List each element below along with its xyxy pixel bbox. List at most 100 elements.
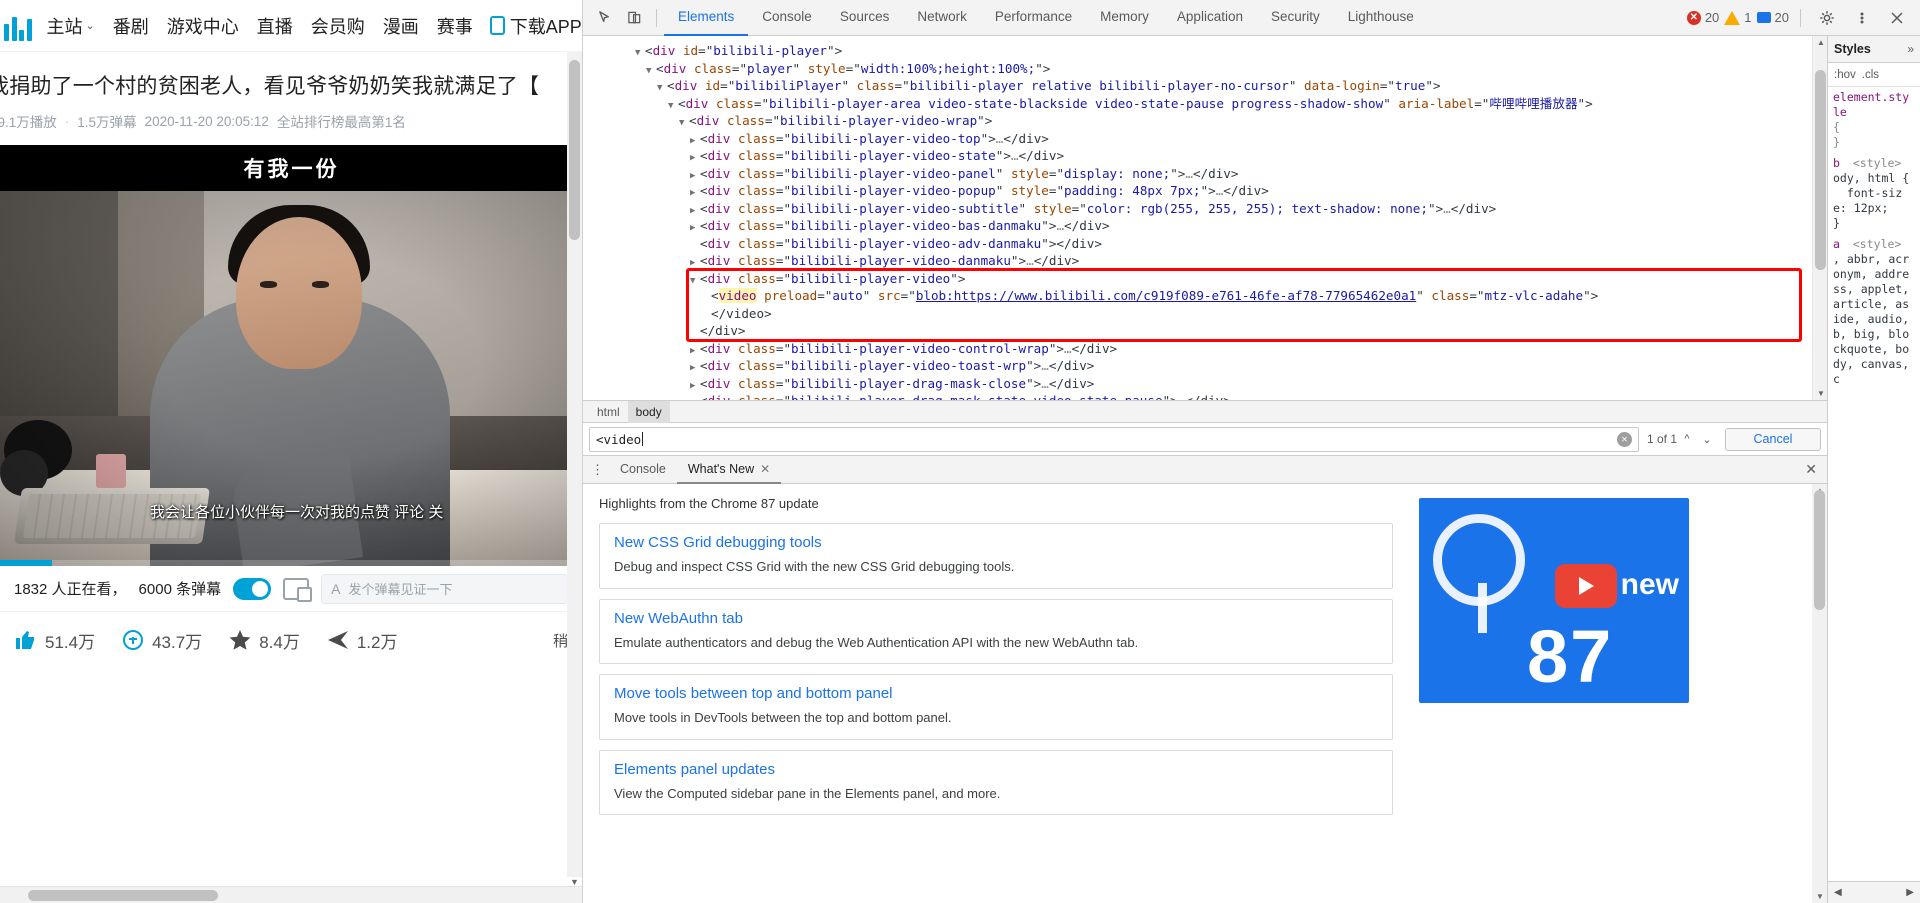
info-badge[interactable]: 20 [1756, 10, 1789, 25]
expand-arrow-icon[interactable]: ▼ [635, 45, 645, 63]
scroll-down-arrow-icon[interactable]: ▼ [1816, 892, 1824, 901]
breadcrumb-item-html[interactable]: html [589, 401, 628, 423]
tree-scrollbar[interactable]: ▲ ▼ [1812, 36, 1827, 400]
dom-tree-node[interactable]: <video preload="auto" src="blob:https://… [583, 287, 1812, 305]
whats-new-card[interactable]: New CSS Grid debugging tools Debug and i… [599, 523, 1393, 589]
danmaku-toggle-icon[interactable] [233, 577, 272, 600]
dom-tree-node[interactable]: ▼ <div class="bilibili-player-area video-… [583, 95, 1812, 113]
warning-badge[interactable]: 1 [1724, 10, 1752, 25]
danmaku-settings-icon[interactable] [283, 577, 313, 602]
expand-arrow-icon[interactable]: ▶ [690, 395, 700, 400]
sidebar-prev-icon[interactable]: ◀ [1834, 887, 1842, 898]
rule-source[interactable]: <style> [1853, 156, 1901, 170]
tab-security[interactable]: Security [1257, 0, 1334, 36]
nav-item-main[interactable]: 主站 ⌄ [38, 13, 104, 39]
expand-sidebar-icon[interactable]: » [1907, 42, 1920, 56]
whats-new-card[interactable]: Elements panel updates View the Computed… [599, 749, 1393, 816]
nav-item-gamecenter[interactable]: 游戏中心 [158, 13, 248, 39]
tab-performance[interactable]: Performance [981, 0, 1086, 36]
video-player[interactable]: 有我一份 我会让各位小伙伴每一次对我的点赞 评论 关 [0, 145, 582, 566]
dom-tree-node[interactable]: <div class="bilibili-player-video-adv-da… [583, 235, 1812, 253]
cancel-button[interactable]: Cancel [1725, 427, 1821, 451]
dom-tree-node[interactable]: ▶ <div class="bilibili-player-video-toast… [583, 357, 1812, 375]
expand-arrow-icon[interactable]: ▼ [668, 98, 678, 116]
dom-tree-node[interactable]: ▼ <div class="bilibili-player-video-wrap"… [583, 112, 1812, 130]
tab-lighthouse[interactable]: Lighthouse [1334, 0, 1428, 36]
tab-elements[interactable]: Elements [664, 0, 749, 36]
elements-dom-tree[interactable]: ▼ <div id="bilibili-player"> ▼ <div class="… [583, 36, 1812, 400]
expand-arrow-icon[interactable]: ▼ [657, 80, 667, 98]
danmaku-input[interactable]: A 发个弹幕见证一下 [321, 573, 568, 604]
dom-tree-node[interactable]: ▶ <div class="bilibili-player-video-danma… [583, 252, 1812, 270]
style-rule[interactable]: b <style> ody, html { font-size: 12px; } [1833, 156, 1916, 231]
dom-tree-node[interactable]: ▶ <div class="bilibili-player-video-contr… [583, 340, 1812, 358]
stat-share[interactable]: 1.2万 [326, 628, 397, 653]
expand-arrow-icon[interactable]: ▼ [690, 273, 700, 291]
nav-item-vipshop[interactable]: 会员购 [302, 13, 374, 39]
dom-tree-node[interactable]: ▶ <div class="bilibili-player-video-bas-d… [583, 217, 1812, 235]
stat-like[interactable]: 51.4万 [14, 628, 95, 653]
error-badge[interactable]: ✕ 20 [1686, 10, 1719, 25]
close-drawer-icon[interactable]: ✕ [1805, 461, 1827, 478]
style-rule[interactable]: element.style { } [1833, 90, 1916, 150]
player-stage[interactable]: 我会让各位小伙伴每一次对我的点赞 评论 关 [0, 191, 582, 566]
dom-tree-node[interactable]: </video> [583, 305, 1812, 323]
expand-arrow-icon[interactable]: ▼ [646, 63, 656, 81]
page-vertical-scrollbar[interactable]: ▼ [567, 52, 582, 887]
scroll-down-arrow-icon[interactable]: ▼ [1817, 389, 1825, 398]
scroll-up-arrow-icon[interactable]: ▲ [1817, 38, 1825, 47]
tab-network[interactable]: Network [903, 0, 981, 36]
device-toolbar-icon[interactable] [619, 4, 649, 32]
player-progress-bar[interactable] [0, 560, 582, 566]
inspect-element-icon[interactable] [589, 4, 619, 32]
nav-item-manga[interactable]: 漫画 [374, 13, 428, 39]
nav-item-bangumi[interactable]: 番剧 [104, 13, 158, 39]
dom-tree-node[interactable]: ▶ <div class="bilibili-player-video-panel… [583, 165, 1812, 183]
scrollbar-thumb[interactable] [569, 60, 580, 240]
dom-tree-node[interactable]: ▶<div class="bilibili-player-drag-mask-s… [583, 392, 1812, 400]
rule-selector[interactable]: b [1833, 156, 1840, 170]
whats-new-card[interactable]: Move tools between top and bottom panel … [599, 674, 1393, 740]
close-tab-icon[interactable]: ✕ [760, 462, 770, 476]
whats-new-card[interactable]: New WebAuthn tab Emulate authenticators … [599, 598, 1393, 665]
dom-tree-node[interactable]: ▼ <div class="bilibili-player-video"> [583, 270, 1812, 288]
search-prev-icon[interactable]: ^ [1677, 433, 1697, 445]
card-title[interactable]: New WebAuthn tab [614, 610, 1378, 627]
dom-tree-node[interactable]: ▶ <div class="bilibili-player-video-top">… [583, 130, 1812, 148]
drawer-tab-console[interactable]: Console [609, 456, 677, 484]
card-title[interactable]: New CSS Grid debugging tools [614, 534, 1378, 551]
card-title[interactable]: Move tools between top and bottom panel [614, 685, 1378, 702]
style-rule[interactable]: a <style> , abbr, acronym, address, appl… [1833, 237, 1916, 387]
tab-sources[interactable]: Sources [826, 0, 904, 36]
tab-memory[interactable]: Memory [1086, 0, 1163, 36]
download-app-button[interactable]: 下载APP [482, 13, 582, 39]
dom-tree-node[interactable]: ▶ <div class="bilibili-player-video-state… [583, 147, 1812, 165]
dom-tree-node[interactable]: </div> [583, 322, 1812, 340]
search-next-icon[interactable]: ⌄ [1697, 433, 1717, 446]
page-horizontal-scrollbar[interactable] [0, 886, 582, 903]
search-input[interactable]: <video ✕ [589, 426, 1639, 452]
stat-favorite[interactable]: 8.4万 [228, 628, 300, 653]
hscrollbar-thumb[interactable] [28, 890, 218, 901]
dom-tree-node[interactable]: ▶ <div class="bilibili-player-video-popup… [583, 182, 1812, 200]
hov-toggle[interactable]: :hov [1834, 69, 1856, 81]
tree-scrollbar-thumb[interactable] [1815, 70, 1826, 270]
rule-selector[interactable]: element.style [1833, 90, 1909, 119]
nav-item-esports[interactable]: 赛事 [428, 13, 482, 39]
dom-tree-node[interactable]: ▼ <div id="bilibili-player"> [583, 42, 1812, 60]
dom-tree-node[interactable]: ▼ <div class="player" style="width:100%;h… [583, 60, 1812, 78]
whats-new-scrollbar-thumb[interactable] [1814, 490, 1825, 610]
expand-arrow-icon[interactable]: ▼ [679, 115, 689, 133]
tab-application[interactable]: Application [1163, 0, 1257, 36]
bilibili-logo-icon[interactable] [2, 11, 32, 41]
dom-tree-node[interactable]: ▶ <div class="bilibili-player-video-subti… [583, 200, 1812, 218]
rule-source[interactable]: <style> [1853, 237, 1901, 251]
dom-tree-node[interactable]: ▼ <div id="bilibiliPlayer" class="bilibil… [583, 77, 1812, 95]
nav-item-live[interactable]: 直播 [248, 13, 302, 39]
kebab-menu-icon[interactable] [1847, 4, 1877, 32]
styles-pane-title[interactable]: Styles [1834, 42, 1871, 56]
clear-search-icon[interactable]: ✕ [1616, 431, 1632, 447]
close-icon[interactable] [1882, 4, 1912, 32]
sidebar-next-icon[interactable]: ▶ [1906, 887, 1914, 898]
breadcrumb-item-body[interactable]: body [627, 400, 670, 423]
